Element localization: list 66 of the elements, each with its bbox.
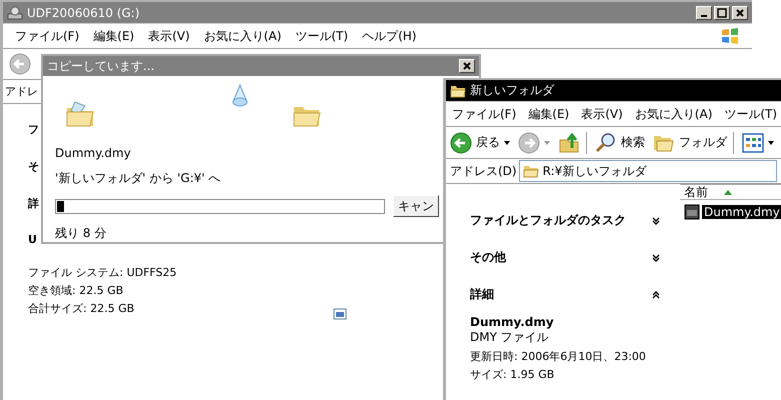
forward-icon[interactable] [518, 132, 540, 154]
menu-item[interactable]: お気に入り(A) [634, 106, 712, 122]
file-icon[interactable] [684, 204, 700, 220]
menu-item[interactable]: お気に入り(A) [204, 28, 282, 44]
task-heading: そ [28, 159, 39, 175]
search-icon[interactable] [595, 132, 617, 154]
address-field[interactable]: R:¥新しいフォルダ [518, 160, 777, 182]
folders-button[interactable]: フォルダ [679, 134, 727, 151]
menu-item[interactable]: ファイル(F) [15, 28, 80, 44]
menu-item[interactable]: 表示(V) [148, 28, 190, 44]
close-icon [462, 61, 472, 71]
collapse-icon[interactable] [652, 290, 660, 298]
back-button[interactable]: 戻る [476, 134, 500, 151]
file-name: Dummy.dmy [55, 146, 131, 160]
views-icon[interactable] [742, 132, 764, 154]
minimize-button[interactable] [696, 6, 712, 20]
cancel-button[interactable]: キャン [393, 195, 439, 217]
time-remaining: 残り 8 分 [55, 225, 106, 242]
file-icon [333, 308, 347, 320]
expand-icon[interactable] [652, 216, 660, 224]
task-heading: 詳 [28, 196, 39, 212]
search-button[interactable]: 検索 [621, 134, 645, 151]
close-button[interactable] [459, 59, 475, 73]
dialog-title: コピーしています... [47, 58, 154, 74]
back-icon[interactable] [9, 53, 31, 75]
menu-item[interactable]: ヘルプ(H) [362, 28, 416, 44]
drive-name: U [28, 233, 37, 248]
sort-arrow-icon [724, 190, 732, 194]
close-icon [735, 8, 745, 18]
menu-item[interactable]: 表示(V) [581, 106, 623, 122]
menu-item[interactable]: ツール(T) [724, 106, 778, 122]
menu-item[interactable]: 編集(E) [528, 106, 570, 122]
folder-icon [293, 104, 321, 128]
detail-line: ファイル システム: UDFFS25 [28, 265, 177, 281]
file-type: DMY ファイル [470, 329, 550, 346]
file-item[interactable]: Dummy.dmy [702, 205, 781, 219]
menu-item[interactable]: 編集(E) [93, 28, 134, 44]
detail-line: 空き領域: 22.5 GB [28, 283, 124, 299]
task-heading[interactable]: ファイルとフォルダのタスク [470, 212, 626, 229]
window-title: 新しいフォルダ [470, 82, 554, 99]
windows-logo-icon [720, 26, 740, 46]
detail-line: 更新日時: 2006年6月10日、23:00 [470, 349, 647, 364]
close-button[interactable] [732, 6, 748, 20]
dropdown-icon[interactable] [504, 140, 510, 144]
file-name: Dummy.dmy [470, 315, 555, 329]
maximize-button[interactable] [714, 6, 730, 20]
dropdown-icon[interactable] [768, 140, 774, 144]
column-header[interactable]: 名前 [680, 184, 781, 200]
task-heading[interactable]: その他 [470, 249, 506, 266]
menu-item[interactable]: ツール(T) [295, 28, 348, 44]
task-heading: フ [28, 122, 39, 138]
detail-line: サイズ: 1.95 GB [470, 367, 556, 382]
drive-icon [7, 4, 23, 20]
detail-line: 合計サイズ: 22.5 GB [28, 301, 134, 317]
copy-route-text: '新しいフォルダ' から 'G:¥' へ [55, 170, 221, 187]
minimize-icon [701, 14, 707, 16]
menu-item[interactable]: ファイル(F) [452, 106, 516, 122]
window-title: UDF20060610 (G:) [27, 6, 140, 20]
folder-up-icon[interactable] [558, 132, 580, 154]
back-icon[interactable] [450, 132, 472, 154]
address-label: アドレス(D) [450, 162, 517, 180]
expand-icon[interactable] [652, 254, 660, 262]
task-heading[interactable]: 詳細 [470, 286, 494, 303]
address-label: アドレ [5, 84, 38, 99]
maximize-icon [717, 8, 727, 18]
folder-icon [522, 163, 539, 179]
